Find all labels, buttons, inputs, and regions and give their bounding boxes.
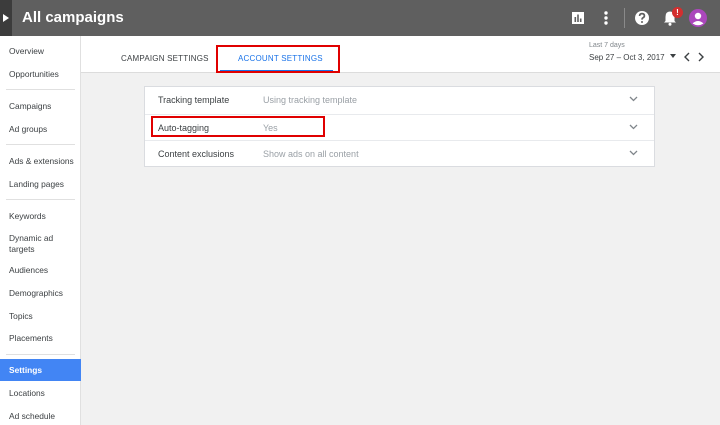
tab-campaign-settings[interactable]: CAMPAIGN SETTINGS [121,54,209,63]
sidebar-item-ad-schedule[interactable]: Ad schedule [0,411,81,422]
sidebar-item-overview[interactable]: Overview [0,46,81,57]
chevron-down-icon[interactable] [629,150,638,156]
sidebar-divider [6,89,75,90]
sidebar-divider [6,354,75,355]
sidebar-item-demographics[interactable]: Demographics [0,288,81,299]
chevron-left-icon[interactable] [683,52,691,62]
sidebar-item-locations[interactable]: Locations [0,388,81,399]
sidebar-item-settings[interactable]: Settings [0,359,81,381]
settings-header: CAMPAIGN SETTINGS ACCOUNT SETTINGS Last … [81,36,720,73]
more-vert-icon[interactable] [596,8,616,28]
sidebar-item-keywords[interactable]: Keywords [0,211,81,222]
sidebar-item-campaigns[interactable]: Campaigns [0,101,81,112]
chevron-down-icon[interactable] [629,96,638,102]
setting-label: Content exclusions [158,149,235,159]
setting-label: Tracking template [158,95,230,105]
top-bar: All campaigns ! [0,0,720,36]
sidebar-expander[interactable] [0,0,12,36]
sidebar: Overview Opportunities Campaigns Ad grou… [0,36,81,425]
sidebar-item-dynamic-ad-targets[interactable]: Dynamic ad targets [0,233,60,255]
sidebar-item-topics[interactable]: Topics [0,311,81,322]
date-range-label: Last 7 days [589,42,625,49]
setting-value: Show ads on all content [263,149,359,159]
bar-chart-icon[interactable] [568,8,588,28]
notification-badge: ! [672,7,683,18]
setting-row-tracking-template[interactable]: Tracking template Using tracking templat… [145,87,654,114]
caret-down-icon[interactable] [670,54,676,58]
highlight-box-account-settings [216,45,340,73]
sidebar-item-opportunities[interactable]: Opportunities [0,69,81,80]
sidebar-item-ads-extensions[interactable]: Ads & extensions [0,156,81,167]
sidebar-divider [6,144,75,145]
sidebar-item-audiences[interactable]: Audiences [0,265,81,276]
chevron-right-icon[interactable] [697,52,705,62]
sidebar-item-landing-pages[interactable]: Landing pages [0,179,81,190]
sidebar-item-ad-groups[interactable]: Ad groups [0,124,81,135]
highlight-box-auto-tagging [151,116,325,137]
avatar-icon[interactable] [688,8,708,28]
triangle-right-icon [3,14,9,22]
sidebar-item-placements[interactable]: Placements [0,333,81,344]
setting-value: Using tracking template [263,95,358,105]
sidebar-divider [6,199,75,200]
page-title: All campaigns [22,9,124,26]
chevron-down-icon[interactable] [629,124,638,130]
toolbar-divider [624,8,625,28]
setting-row-content-exclusions[interactable]: Content exclusions Show ads on all conte… [145,140,654,167]
help-icon[interactable] [632,8,652,28]
date-range-value[interactable]: Sep 27 – Oct 3, 2017 [589,53,665,62]
